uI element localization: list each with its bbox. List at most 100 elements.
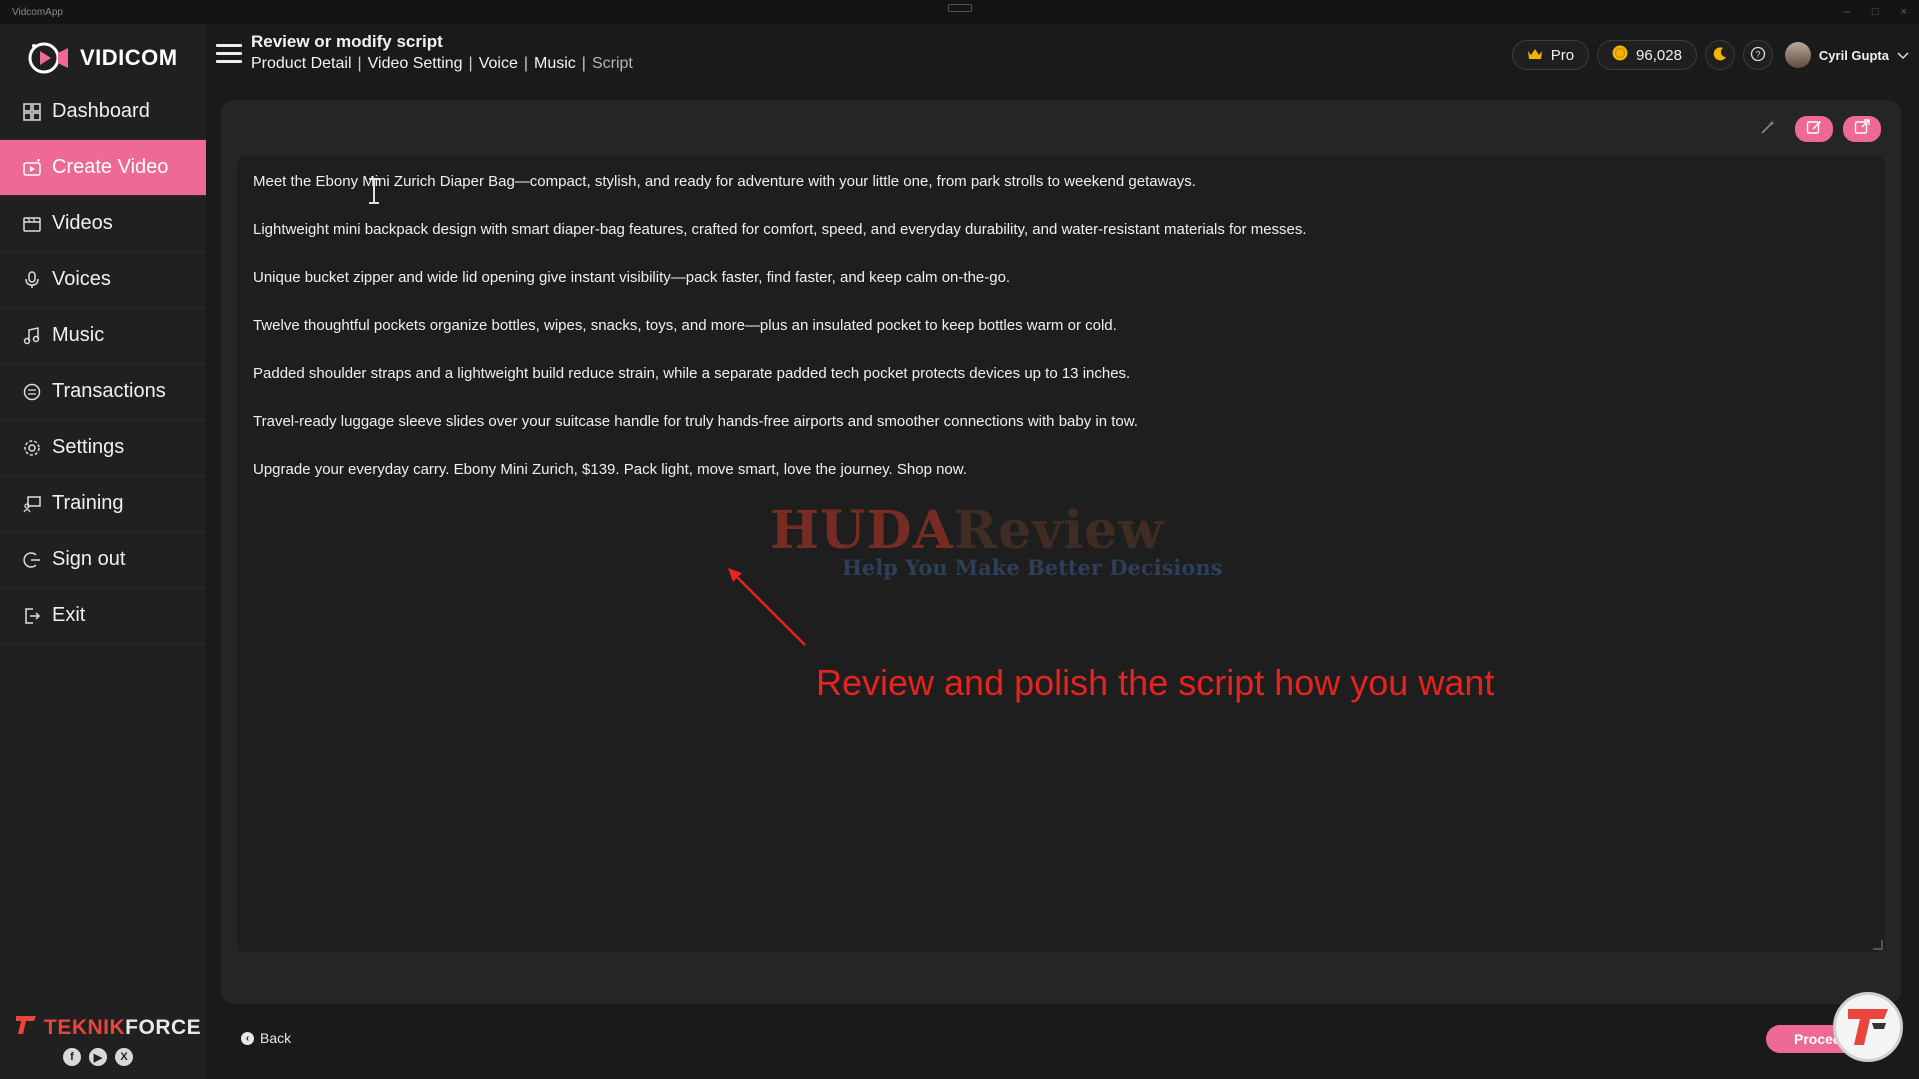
sidebar-item-music[interactable]: Music <box>0 308 206 364</box>
open-external-button[interactable] <box>1843 116 1881 142</box>
magic-wand-icon <box>1760 119 1776 140</box>
sidebar-item-settings[interactable]: Settings <box>0 420 206 476</box>
moon-icon <box>1712 46 1728 65</box>
script-paragraph: Lightweight mini backpack design with sm… <box>253 221 1307 238</box>
sidebar-item-dashboard[interactable]: Dashboard <box>0 84 206 140</box>
breadcrumb-video-setting[interactable]: Video Setting <box>368 55 463 73</box>
breadcrumb-script: Script <box>591 55 633 72</box>
edit-button[interactable] <box>1795 116 1833 142</box>
close-icon[interactable]: × <box>1901 6 1907 18</box>
social-links: f ▶ X <box>2 1048 194 1066</box>
sidebar-item-label: Music <box>52 324 105 346</box>
film-icon <box>22 214 42 234</box>
sidebar-item-label: Transactions <box>52 380 166 402</box>
music-note-icon <box>22 326 42 346</box>
window-title: VidcomApp <box>12 6 63 18</box>
sidebar-item-label: Create Video <box>52 156 169 178</box>
watermark-subtitle: Help You Make Better Decisions <box>842 555 1223 580</box>
minimize-icon[interactable]: – <box>1844 6 1850 18</box>
brand-text-teknik: TEKNIK <box>44 1016 126 1039</box>
annotation-arrow-icon <box>728 568 806 646</box>
exit-icon <box>22 606 42 626</box>
sidebar-nav: Dashboard Create Video Videos Voices Mus… <box>0 84 206 644</box>
teknikforce-badge-icon <box>1833 992 1903 1062</box>
drag-handle[interactable] <box>948 4 972 12</box>
youtube-icon[interactable]: ▶ <box>89 1048 107 1066</box>
facebook-icon[interactable]: f <box>63 1048 81 1066</box>
sidebar-item-training[interactable]: Training <box>0 476 206 532</box>
theme-toggle-button[interactable] <box>1704 40 1735 70</box>
breadcrumb-voice[interactable]: Voice <box>479 55 518 73</box>
script-paragraph: Travel-ready luggage sleeve slides over … <box>253 413 1138 430</box>
training-icon <box>22 494 42 514</box>
credits-badge[interactable]: 96,028 <box>1597 40 1697 70</box>
page-title: Review or modify script <box>251 32 443 51</box>
maximize-icon[interactable]: □ <box>1872 6 1879 18</box>
sidebar-item-label: Voices <box>52 268 111 290</box>
back-arrow-icon: ‹ <box>241 1031 254 1045</box>
grid-icon <box>22 102 42 122</box>
script-paragraph: Unique bucket zipper and wide lid openin… <box>253 269 1011 286</box>
sidebar-item-videos[interactable]: Videos <box>0 196 206 252</box>
app-name: VIDICOM <box>80 45 178 70</box>
sidebar-item-label: Settings <box>52 436 125 458</box>
sidebar-item-create-video[interactable]: Create Video <box>0 140 206 196</box>
coin-icon <box>1612 45 1628 65</box>
avatar <box>1784 42 1811 68</box>
script-toolbar <box>1751 116 1881 142</box>
help-button[interactable]: ? <box>1742 40 1773 70</box>
sign-out-icon <box>22 550 42 570</box>
edit-icon <box>1806 119 1822 140</box>
sidebar: VIDICOM Dashboard Create Video Videos Vo… <box>0 24 206 1079</box>
app-logo[interactable]: VIDICOM <box>26 38 178 78</box>
sidebar-item-label: Training <box>52 492 124 514</box>
resize-handle[interactable] <box>1873 940 1883 950</box>
watermark-title-review: Review <box>953 500 1165 561</box>
external-link-icon <box>1854 118 1870 140</box>
script-paragraph: Meet the Ebony Mini Zurich Diaper Bag—co… <box>253 173 1196 190</box>
sidebar-item-exit[interactable]: Exit <box>0 588 206 644</box>
teknikforce-brand: TEKNIK FORCE f ▶ X <box>14 1014 201 1066</box>
script-paragraph: Upgrade your everyday carry. Ebony Mini … <box>253 461 967 478</box>
sidebar-item-label: Exit <box>52 604 86 626</box>
plan-badge[interactable]: Pro <box>1511 40 1590 70</box>
gear-icon <box>22 438 42 458</box>
sidebar-item-label: Videos <box>52 212 113 234</box>
magic-wand-button[interactable] <box>1751 116 1785 142</box>
sidebar-item-label: Dashboard <box>52 100 150 122</box>
svg-text:?: ? <box>1755 49 1760 59</box>
text-cursor-icon <box>369 178 379 204</box>
x-twitter-icon[interactable]: X <box>115 1048 133 1066</box>
script-paragraph: Padded shoulder straps and a lightweight… <box>253 365 1131 382</box>
credits-value: 96,028 <box>1636 46 1682 64</box>
help-icon: ? <box>1750 46 1766 65</box>
microphone-icon <box>22 270 42 290</box>
watermark: HUDAReview Help You Make Better Decision… <box>770 500 1250 590</box>
vidicom-logo-icon <box>26 40 70 76</box>
watermark-title-huda: HUDA <box>770 500 954 561</box>
sidebar-item-label: Sign out <box>52 548 126 570</box>
sidebar-item-transactions[interactable]: Transactions <box>0 364 206 420</box>
window-controls: – □ × <box>1844 6 1907 18</box>
user-name: Cyril Gupta <box>1818 47 1889 63</box>
breadcrumb-product-detail[interactable]: Product Detail <box>251 55 352 73</box>
breadcrumb-music[interactable]: Music <box>534 55 576 73</box>
teknikforce-logo-icon <box>14 1014 38 1042</box>
header-actions: Pro 96,028 ? Cyril Gupta <box>1511 40 1909 70</box>
create-video-icon <box>22 158 42 178</box>
sidebar-item-sign-out[interactable]: Sign out <box>0 532 206 588</box>
crown-icon <box>1527 47 1543 64</box>
breadcrumb: Product Detail | Video Setting | Voice |… <box>251 55 633 73</box>
back-label: Back <box>260 1030 292 1046</box>
back-button[interactable]: ‹ Back <box>241 1030 291 1046</box>
brand-text-force: FORCE <box>125 1016 202 1039</box>
menu-icon[interactable] <box>216 44 242 64</box>
chevron-down-icon <box>1897 48 1909 63</box>
window-title-bar: VidcomApp – □ × <box>0 0 1919 24</box>
sidebar-item-voices[interactable]: Voices <box>0 252 206 308</box>
top-header: Review or modify script Product Detail |… <box>206 24 1919 86</box>
plan-label: Pro <box>1550 46 1575 64</box>
transactions-icon <box>22 382 42 402</box>
script-paragraph: Twelve thoughtful pockets organize bottl… <box>253 317 1117 334</box>
user-menu[interactable]: Cyril Gupta <box>1784 42 1909 68</box>
